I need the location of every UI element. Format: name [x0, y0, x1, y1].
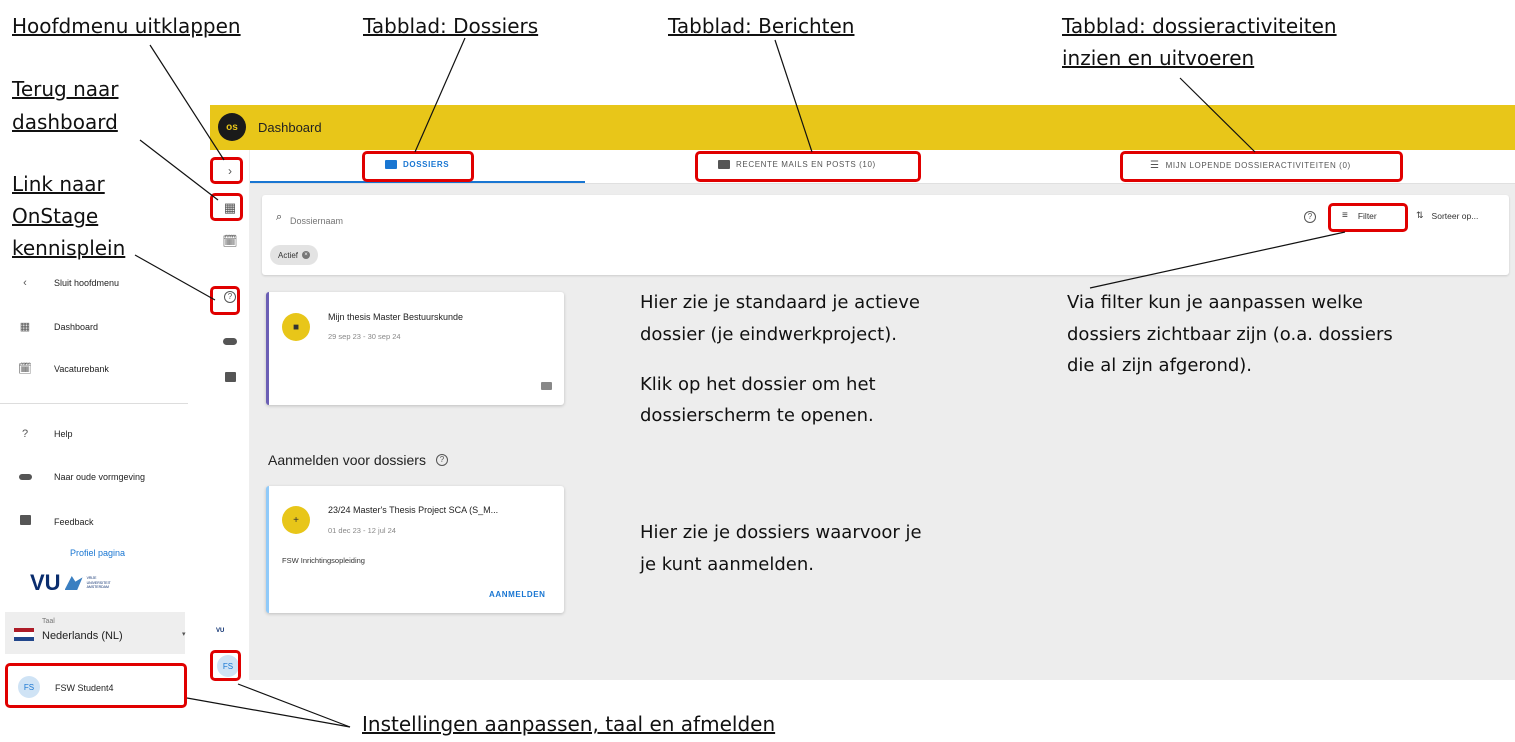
aanmelden-button[interactable]: AANMELDEN [489, 590, 546, 599]
remove-chip-icon[interactable]: × [302, 251, 311, 259]
help-icon[interactable]: ? [435, 454, 448, 466]
annotation-tab-dossiers: Tabblad: Dossiers [363, 14, 539, 38]
calendar-search-icon: 🗓 [18, 363, 32, 375]
dashboard-icon: ▦ [19, 321, 31, 333]
annotation-aanmelden-1: Hier zie je dossiers waarvoor je [640, 522, 922, 543]
highlight-filter [1328, 203, 1408, 232]
rail-vu-logo: VU [216, 628, 225, 634]
line-instellingen-1 [186, 697, 351, 728]
highlight-tab-berichten [695, 151, 921, 182]
profile-page-link[interactable]: Profiel pagina [70, 548, 125, 558]
vu-logo-subtext: VRIJE UNIVERSITEIT AMSTERDAM [86, 576, 111, 590]
rail-old-style-button[interactable] [219, 330, 241, 352]
sort-button[interactable]: ⇅ Sorteer op... [1416, 210, 1478, 221]
annotation-filter-2: dossiers zichtbaar zijn (o.a. dossiers [1067, 324, 1393, 345]
annotation-klik-2: dossierscherm te openen. [640, 405, 874, 426]
highlight-dashboard [210, 193, 243, 221]
annotation-aanmelden-2: je kunt aanmelden. [640, 554, 814, 575]
menu-vacaturebank-label: Vacaturebank [54, 363, 109, 374]
toggle-icon [223, 337, 237, 345]
toggle-icon [18, 471, 32, 483]
chevron-left-icon: ‹ [23, 277, 27, 289]
rail-feedback-button[interactable] [219, 366, 241, 388]
line-onstage [134, 254, 216, 301]
filter-chip-actief[interactable]: Actief × [270, 245, 319, 265]
annotation-tab-activiteiten-2: inzien en uitvoeren [1062, 46, 1255, 70]
annotation-hoofdmenu: Hoofdmenu uitklappen [12, 14, 241, 38]
annotation-link-2: OnStage [12, 204, 99, 228]
vu-logo-text: VU [30, 570, 61, 595]
griffin-icon [64, 576, 83, 590]
menu-item-feedback[interactable]: Feedback [18, 515, 94, 528]
sort-icon: ⇅ [1416, 210, 1424, 220]
line-dashboard [139, 139, 219, 201]
menu-feedback-label: Feedback [54, 516, 94, 527]
folder-add-icon: + [282, 506, 310, 534]
sort-label: Sorteer op... [1431, 210, 1479, 221]
dossier-search-input[interactable] [290, 212, 590, 230]
close-menu-label: Sluit hoofdmenu [54, 278, 120, 288]
signup-card-subtitle: FSW Inrichtingsopleiding [282, 556, 365, 565]
annotation-link-1: Link naar [12, 172, 105, 196]
annotation-actief-1: Hier zie je standaard je actieve [640, 292, 920, 313]
annotation-actief-2: dossier (je eindwerkproject). [640, 324, 897, 345]
annotation-link-3: kennisplein [12, 236, 126, 260]
annotation-tab-activiteiten-1: Tabblad: dossieractiviteiten [1062, 14, 1337, 38]
calendar-search-icon: 🗓 [222, 234, 238, 248]
vu-logo[interactable]: VU VRIJE UNIVERSITEIT AMSTERDAM [30, 570, 117, 596]
help-icon: ? [21, 428, 29, 440]
mail-icon[interactable] [541, 382, 552, 390]
highlight-help [210, 286, 240, 315]
page-title: Dashboard [258, 120, 322, 135]
close-menu-item[interactable]: ‹ Sluit hoofdmenu [18, 277, 119, 289]
menu-dashboard-label: Dashboard [54, 321, 99, 332]
language-value: Nederlands (NL) [42, 630, 123, 642]
menu-help-label: Help [54, 429, 73, 439]
annotation-terug-2: dashboard [12, 110, 118, 134]
dossier-title: Mijn thesis Master Bestuurskunde [328, 312, 464, 322]
folder-icon: ■ [282, 313, 310, 341]
highlight-tab-activiteiten [1120, 151, 1403, 182]
dutch-flag-icon [14, 628, 34, 641]
annotation-filter-3: die al zijn afgerond). [1067, 355, 1253, 376]
menu-old-style-label: Naar oude vormgeving [54, 472, 146, 482]
line-instellingen-2 [237, 683, 351, 728]
active-dossier-card[interactable] [266, 292, 564, 405]
search-filter-panel [262, 195, 1509, 275]
menu-item-dashboard[interactable]: ▦ Dashboard [18, 320, 98, 333]
feedback-icon [18, 515, 32, 528]
signup-card-dates: 01 dec 23 - 12 jul 24 [328, 526, 396, 535]
top-app-bar [210, 105, 1515, 150]
chevron-down-icon: ▾ [182, 631, 186, 638]
onstage-logo[interactable]: os [218, 113, 246, 141]
annotation-tab-berichten: Tabblad: Berichten [668, 14, 855, 38]
annotation-instellingen: Instellingen aanpassen, taal en afmelden [362, 712, 776, 736]
rail-vacaturebank-button[interactable]: 🗓 [219, 230, 241, 252]
search-help-icon[interactable]: ? [1304, 211, 1316, 223]
highlight-tab-dossiers [362, 151, 474, 182]
highlight-user-profile [5, 663, 187, 708]
highlight-rail-user [210, 650, 241, 681]
signup-section-label: Aanmelden voor dossiers [268, 452, 426, 468]
feedback-icon [224, 372, 236, 382]
language-label: Taal [42, 618, 55, 625]
highlight-expand-menu [210, 157, 243, 184]
menu-item-vacaturebank[interactable]: 🗓 Vacaturebank [18, 362, 109, 375]
search-icon: ⌕ [276, 211, 283, 223]
menu-item-old-style[interactable]: Naar oude vormgeving [18, 471, 145, 483]
annotation-filter-1: Via filter kun je aanpassen welke [1067, 292, 1364, 313]
menu-divider [0, 403, 188, 404]
chip-label: Actief [278, 250, 299, 260]
annotation-terug-1: Terug naar [12, 77, 119, 101]
signup-section-title: Aanmelden voor dossiers ? [268, 452, 448, 468]
annotation-klik-1: Klik op het dossier om het [640, 374, 876, 395]
signup-card-title: 23/24 Master's Thesis Project SCA (S_M..… [328, 505, 499, 515]
menu-item-help[interactable]: ? Help [18, 428, 73, 440]
dossier-dates: 29 sep 23 - 30 sep 24 [328, 332, 401, 341]
